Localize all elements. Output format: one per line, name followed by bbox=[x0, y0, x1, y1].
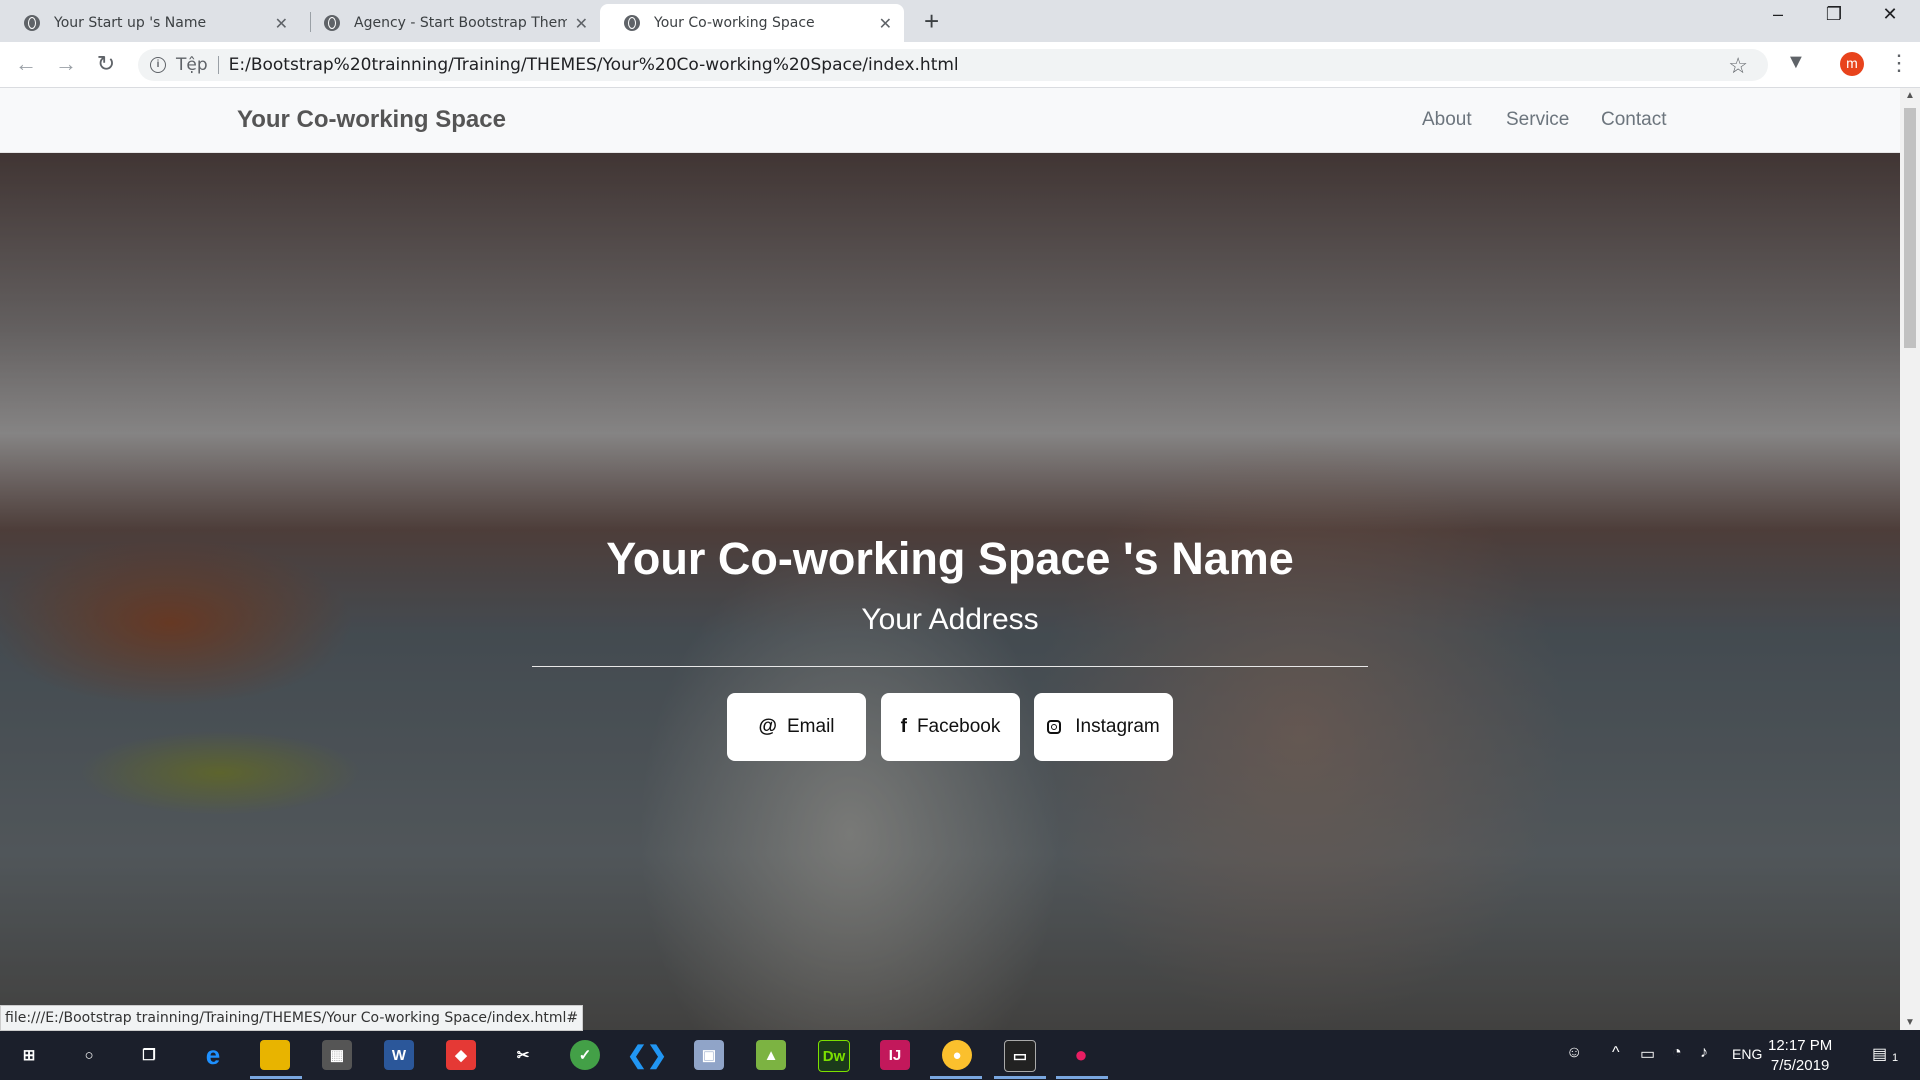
windows-start-icon[interactable]: ⊞ bbox=[14, 1040, 44, 1070]
file-explorer-icon[interactable] bbox=[260, 1040, 290, 1070]
scroll-thumb[interactable] bbox=[1904, 108, 1916, 348]
scheme-label: Tệp bbox=[176, 55, 208, 75]
wifi-icon[interactable]: ◔ bbox=[1672, 1044, 1682, 1062]
app-image-icon[interactable]: ▲ bbox=[756, 1040, 786, 1070]
active-app-indicator bbox=[1056, 1076, 1108, 1079]
app-pin-icon[interactable]: ● bbox=[1066, 1040, 1096, 1070]
intellij-icon[interactable]: IJ bbox=[880, 1040, 910, 1070]
app-cube-icon[interactable]: ▣ bbox=[694, 1040, 724, 1070]
clock-time: 12:17 PM bbox=[1768, 1037, 1833, 1054]
web-page: Your Co-working Space About Service Cont… bbox=[0, 88, 1900, 1030]
profile-avatar[interactable]: m bbox=[1840, 52, 1864, 76]
site-navbar: Your Co-working Space About Service Cont… bbox=[0, 88, 1900, 153]
people-icon[interactable]: ☺ bbox=[1566, 1044, 1582, 1062]
close-window-icon[interactable]: ✕ bbox=[1870, 4, 1910, 25]
address-divider bbox=[217, 56, 219, 74]
hero-address: Your Address bbox=[861, 603, 1039, 636]
scroll-up-icon[interactable]: ▲ bbox=[1905, 90, 1915, 101]
at-icon: @ bbox=[758, 716, 777, 737]
extension-icon[interactable]: ▼ bbox=[1786, 51, 1806, 74]
globe-icon bbox=[324, 15, 340, 31]
status-url-bubble: file:///E:/Bootstrap trainning/Training/… bbox=[0, 1005, 584, 1031]
minimize-icon[interactable]: – bbox=[1758, 4, 1798, 25]
email-button-label: Email bbox=[787, 716, 835, 737]
dreamweaver-icon[interactable]: Dw bbox=[818, 1040, 850, 1072]
nav-contact[interactable]: Contact bbox=[1601, 109, 1666, 131]
instagram-button-label: Instagram bbox=[1075, 716, 1160, 737]
vscode-icon[interactable]: ❮❯ bbox=[627, 1040, 667, 1070]
tab-label: Your Co-working Space bbox=[654, 15, 815, 31]
search-icon[interactable]: ○ bbox=[74, 1040, 104, 1070]
clock-date: 7/5/2019 bbox=[1770, 1057, 1830, 1074]
tab-start-up[interactable]: Your Start up 's Name ✕ bbox=[0, 4, 300, 42]
page-scrollbar[interactable]: ▲ ▼ bbox=[1900, 88, 1920, 1030]
toolbar: ← → ↻ i Tệp E:/Bootstrap%20trainning/Tra… bbox=[0, 42, 1920, 88]
tab-agency[interactable]: Agency - Start Bootstrap Theme ✕ bbox=[300, 4, 600, 42]
nav-about[interactable]: About bbox=[1422, 109, 1472, 131]
restore-icon[interactable]: ❐ bbox=[1814, 4, 1854, 25]
facebook-icon: f bbox=[900, 716, 907, 737]
edge-icon[interactable]: e bbox=[198, 1040, 228, 1070]
globe-icon bbox=[624, 15, 640, 31]
scroll-down-icon[interactable]: ▼ bbox=[1905, 1017, 1915, 1028]
app-red-icon[interactable]: ◆ bbox=[446, 1040, 476, 1070]
new-tab-button[interactable]: + bbox=[924, 6, 939, 37]
battery-icon[interactable]: ▭ bbox=[1640, 1044, 1655, 1064]
system-clock[interactable]: 12:17 PM 7/5/2019 bbox=[1768, 1036, 1832, 1076]
tab-co-working[interactable]: Your Co-working Space ✕ bbox=[600, 4, 904, 42]
task-view-icon[interactable]: ❐ bbox=[134, 1040, 164, 1070]
active-app-indicator bbox=[250, 1076, 302, 1079]
nav-service[interactable]: Service bbox=[1506, 109, 1569, 131]
forward-icon[interactable]: → bbox=[52, 51, 80, 77]
notification-count: 1 bbox=[1892, 1052, 1899, 1064]
terminal-icon[interactable]: ▭ bbox=[1004, 1040, 1036, 1072]
instagram-icon bbox=[1047, 720, 1062, 734]
reload-icon[interactable]: ↻ bbox=[92, 51, 120, 77]
back-icon[interactable]: ← bbox=[12, 51, 40, 77]
site-brand[interactable]: Your Co-working Space bbox=[237, 106, 506, 134]
volume-icon[interactable]: ♪ bbox=[1700, 1044, 1708, 1062]
globe-icon bbox=[24, 15, 40, 31]
active-app-indicator bbox=[930, 1076, 982, 1079]
app-green-icon[interactable]: ✓ bbox=[570, 1040, 600, 1070]
close-tab-icon[interactable]: ✕ bbox=[275, 14, 288, 33]
facebook-button-label: Facebook bbox=[916, 716, 1001, 737]
word-icon[interactable]: W bbox=[384, 1040, 414, 1070]
hero-divider bbox=[532, 666, 1368, 667]
address-bar[interactable]: i Tệp E:/Bootstrap%20trainning/Training/… bbox=[138, 49, 1768, 81]
info-icon[interactable]: i bbox=[150, 57, 166, 73]
store-icon[interactable]: ▦ bbox=[322, 1040, 352, 1070]
browser-menu-icon[interactable]: ⋮ bbox=[1888, 50, 1910, 76]
close-tab-icon[interactable]: ✕ bbox=[575, 14, 588, 33]
hero-section: Your Co-working Space 's Name Your Addre… bbox=[0, 153, 1900, 1030]
tab-label: Your Start up 's Name bbox=[54, 15, 207, 31]
tab-label: Agency - Start Bootstrap Theme bbox=[354, 15, 567, 31]
facebook-button[interactable]: f Facebook bbox=[881, 693, 1020, 761]
close-tab-icon[interactable]: ✕ bbox=[879, 14, 892, 33]
tab-strip: Your Start up 's Name ✕ Agency - Start B… bbox=[0, 0, 1920, 42]
show-hidden-icons[interactable]: ^ bbox=[1612, 1044, 1620, 1062]
taskbar: ⊞ ○ ❐ e ▦ W ◆ ✂ ✓ ❮❯ ▣ ▲ Dw IJ ● ▭ ● ☺ ^… bbox=[0, 1030, 1920, 1080]
active-app-indicator bbox=[994, 1076, 1046, 1079]
bookmark-star-icon[interactable]: ☆ bbox=[1728, 53, 1748, 79]
instagram-button[interactable]: Instagram bbox=[1034, 693, 1173, 761]
language-indicator[interactable]: ENG bbox=[1732, 1046, 1762, 1062]
email-button[interactable]: @ Email bbox=[727, 693, 866, 761]
action-center-icon[interactable]: ▤ bbox=[1872, 1044, 1887, 1064]
chrome-icon[interactable]: ● bbox=[942, 1040, 972, 1070]
tools-icon[interactable]: ✂ bbox=[508, 1040, 538, 1070]
hero-title: Your Co-working Space 's Name bbox=[606, 533, 1294, 584]
url-text[interactable]: E:/Bootstrap%20trainning/Training/THEMES… bbox=[229, 55, 959, 75]
